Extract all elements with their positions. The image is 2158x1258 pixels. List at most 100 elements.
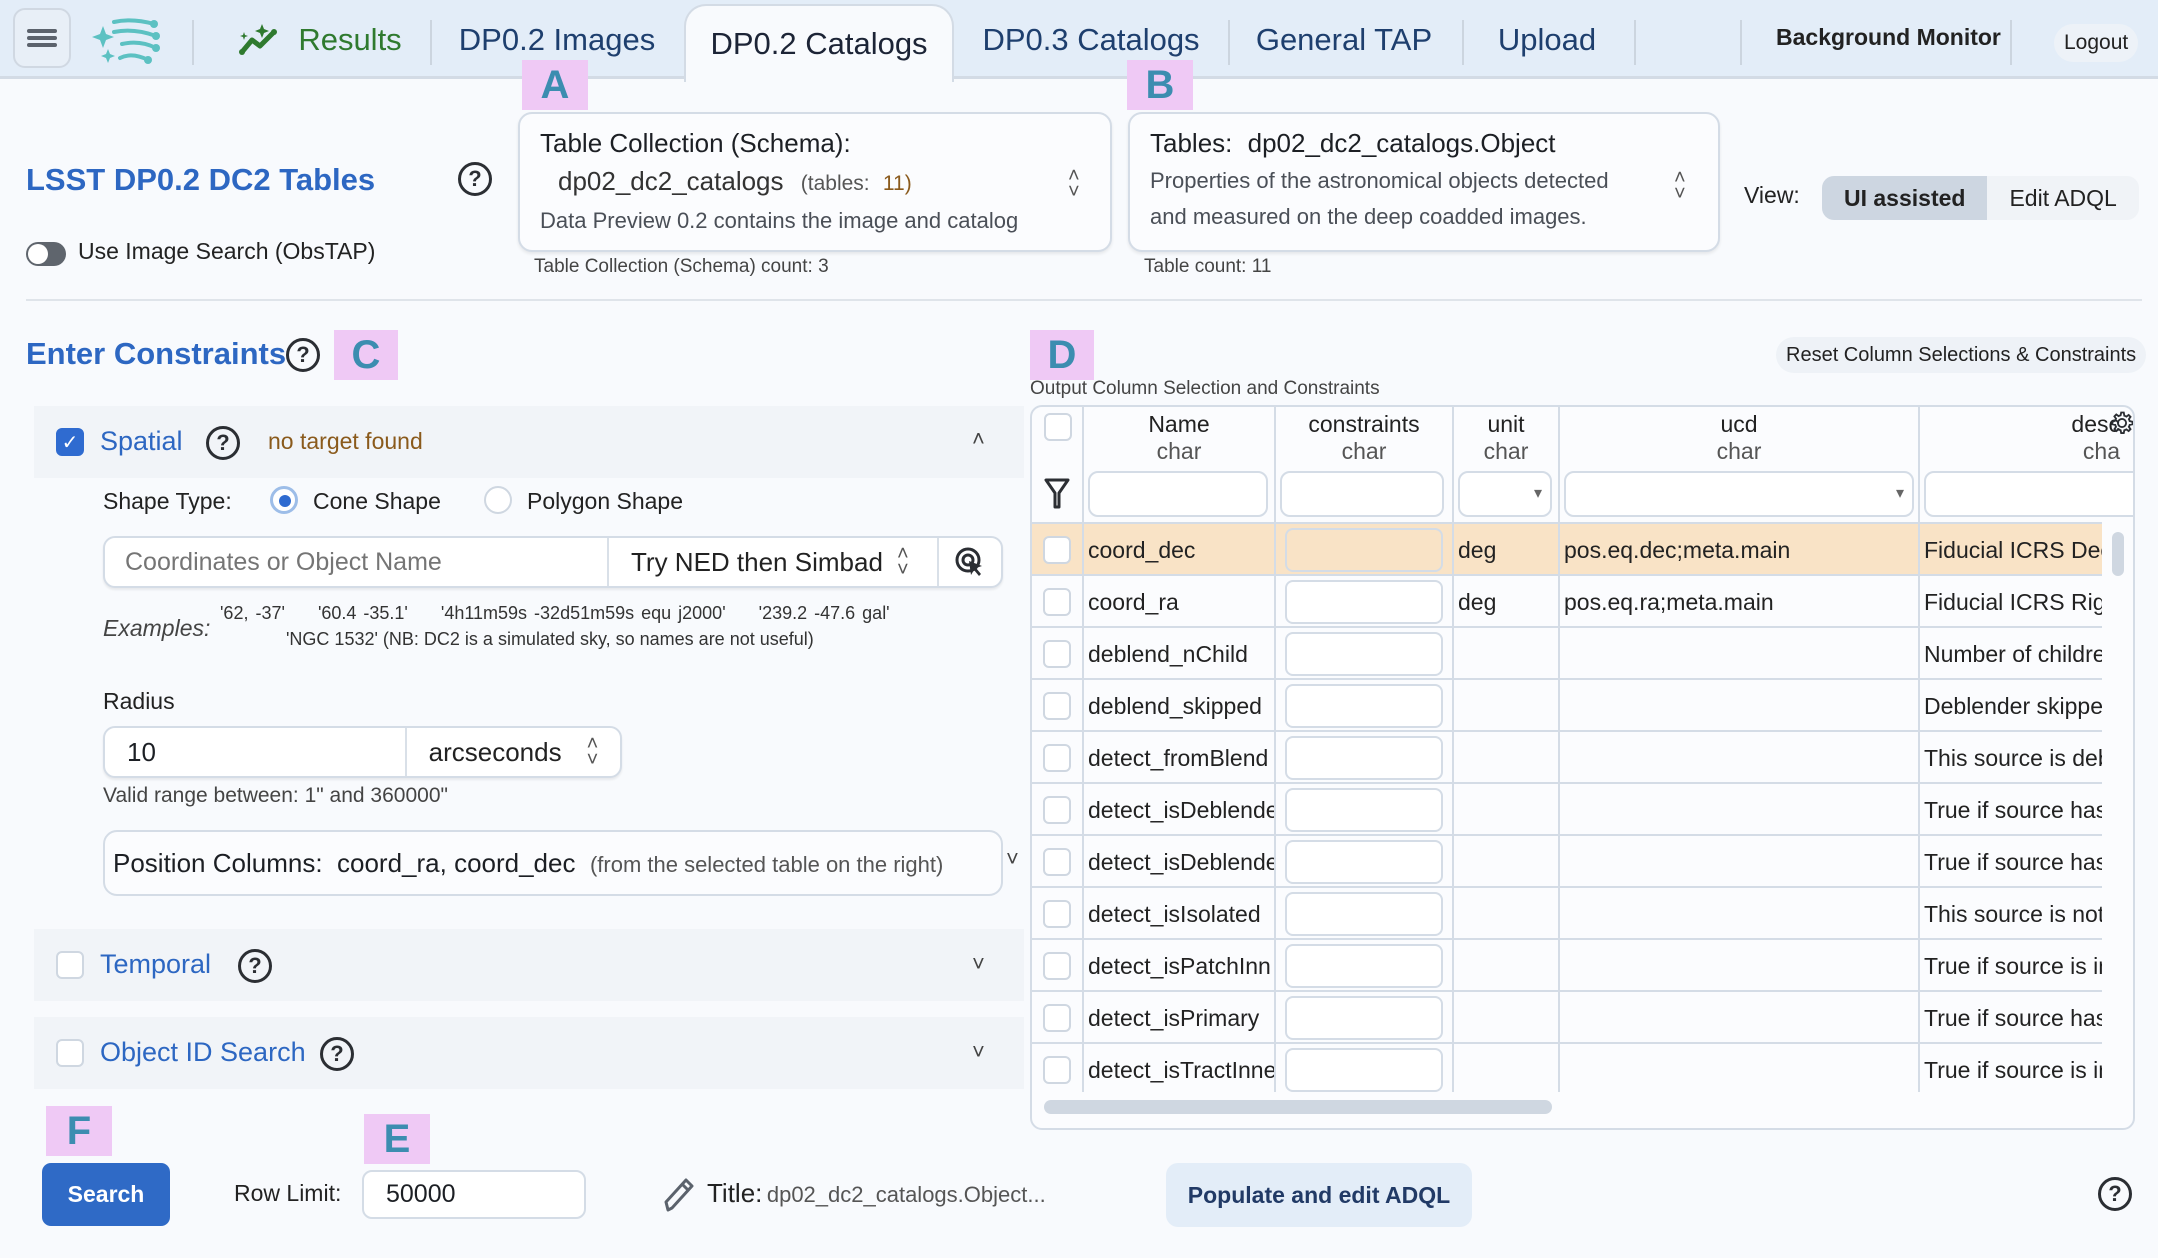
row-checkbox[interactable]	[1043, 848, 1071, 876]
row-checkbox[interactable]	[1043, 744, 1071, 772]
logout-button[interactable]: Logout	[2054, 24, 2139, 62]
chevron-down-icon[interactable]: ˅	[972, 1039, 985, 1065]
polygon-shape-radio[interactable]	[484, 486, 512, 514]
object-id-section-header[interactable]: Object ID Search ? ˅	[34, 1017, 1024, 1089]
row-checkbox[interactable]	[1043, 536, 1071, 564]
row-checkbox[interactable]	[1043, 952, 1071, 980]
constraint-input[interactable]	[1285, 996, 1443, 1040]
example-3[interactable]: '4h11m59s -32d51m59s equ j2000'	[441, 603, 726, 623]
constraint-input[interactable]	[1285, 892, 1443, 936]
row-limit-input[interactable]: 50000	[362, 1170, 586, 1219]
tab-results[interactable]: Results	[222, 0, 418, 79]
table-row[interactable]: detect_isPrimary True if source has	[1032, 992, 2102, 1044]
target-pick-button[interactable]	[939, 538, 1001, 586]
horizontal-scrollbar[interactable]	[1044, 1100, 1552, 1114]
vertical-scrollbar[interactable]	[2112, 532, 2124, 576]
row-checkbox[interactable]	[1043, 588, 1071, 616]
tab-upload[interactable]: Upload	[1472, 0, 1622, 79]
constraint-input[interactable]	[1285, 684, 1443, 728]
image-search-toggle[interactable]	[26, 242, 66, 266]
example-4[interactable]: '239.2 -47.6 gal'	[759, 603, 890, 623]
row-limit-label: Row Limit:	[234, 1180, 342, 1206]
column-name-cell: detect_isPatchInn	[1084, 940, 1276, 992]
cone-shape-radio[interactable]	[270, 486, 298, 514]
constraint-input[interactable]	[1285, 788, 1443, 832]
table-row[interactable]: detect_isTractInne True if source is in	[1032, 1044, 2102, 1092]
ucd-filter-select[interactable]	[1564, 471, 1914, 517]
spatial-checkbox[interactable]: ✓	[56, 428, 84, 456]
hamburger-menu-button[interactable]	[13, 8, 71, 68]
temporal-checkbox[interactable]	[56, 951, 84, 979]
chevron-down-icon[interactable]: ˅	[1006, 846, 1019, 872]
temporal-section-header[interactable]: Temporal ? ˅	[34, 929, 1024, 1001]
schema-select[interactable]: Table Collection (Schema): dp02_dc2_cata…	[518, 112, 1112, 252]
example-1[interactable]: '62, -37'	[220, 603, 285, 623]
background-monitor-link[interactable]: Background Monitor	[1776, 24, 2001, 51]
help-icon[interactable]: ?	[2098, 1177, 2132, 1211]
radius-input[interactable]: 10	[105, 728, 407, 776]
table-row[interactable]: coord_ra deg pos.eq.ra;meta.main Fiducial I…	[1032, 576, 2102, 628]
constraint-input[interactable]	[1285, 632, 1443, 676]
reset-columns-button[interactable]: Reset Column Selections & Constraints	[1776, 337, 2147, 373]
resolver-select[interactable]: Try NED then Simbad ˄ ˅	[609, 538, 939, 586]
search-button[interactable]: Search	[42, 1163, 170, 1226]
help-icon[interactable]: ?	[320, 1037, 354, 1071]
row-checkbox[interactable]	[1043, 1004, 1071, 1032]
row-checkbox[interactable]	[1043, 640, 1071, 668]
row-checkbox[interactable]	[1043, 796, 1071, 824]
column-header-constraints[interactable]: constraints char	[1276, 407, 1454, 522]
position-columns-field[interactable]: Position Columns: coord_ra, coord_dec (f…	[103, 830, 1003, 896]
annotation-marker-b: B	[1127, 60, 1193, 110]
row-checkbox[interactable]	[1043, 900, 1071, 928]
header-type: char	[1716, 438, 1762, 464]
constraint-input[interactable]	[1285, 528, 1443, 572]
table-row[interactable]: detect_isDeblende True if source has	[1032, 784, 2102, 836]
view-edit-adql-button[interactable]: Edit ADQL	[1987, 176, 2138, 220]
column-header-desc[interactable]: desc cha	[1920, 407, 2133, 522]
constraint-input[interactable]	[1285, 1048, 1443, 1092]
tab-dp02-catalogs[interactable]: DP0.2 Catalogs	[684, 4, 954, 82]
spatial-section-header[interactable]: ✓ Spatial ? no target found ˄	[34, 406, 1024, 478]
pencil-icon[interactable]	[662, 1176, 696, 1212]
table-row[interactable]: detect_isIsolated This source is not a	[1032, 888, 2102, 940]
populate-adql-button[interactable]: Populate and edit ADQL	[1166, 1163, 1472, 1227]
object-id-checkbox[interactable]	[56, 1039, 84, 1067]
gear-icon[interactable]	[2108, 409, 2135, 437]
constraint-input[interactable]	[1285, 580, 1443, 624]
chevron-down-icon[interactable]: ˅	[972, 951, 985, 977]
filter-icon[interactable]	[1044, 477, 1070, 509]
example-2[interactable]: '60.4 -35.1'	[318, 603, 408, 623]
column-header-name[interactable]: Name char	[1084, 407, 1276, 522]
select-all-checkbox[interactable]	[1044, 413, 1072, 441]
row-checkbox[interactable]	[1043, 1056, 1071, 1084]
help-icon[interactable]: ?	[286, 338, 320, 372]
constraints-filter-input[interactable]	[1280, 471, 1444, 517]
help-icon[interactable]: ?	[238, 949, 272, 983]
table-row[interactable]: detect_fromBlend This source is debl	[1032, 732, 2102, 784]
table-row[interactable]: deblend_skipped Deblender skipped	[1032, 680, 2102, 732]
constraint-input[interactable]	[1285, 944, 1443, 988]
unit-filter-select[interactable]	[1458, 471, 1552, 517]
example-5[interactable]: 'NGC 1532' (NB: DC2 is a simulated sky, …	[286, 629, 814, 650]
title-value[interactable]: dp02_dc2_catalogs.Object...	[767, 1182, 1046, 1207]
column-header-unit[interactable]: unit char	[1454, 407, 1560, 522]
radius-unit-select[interactable]: arcseconds ˄ ˅	[407, 728, 620, 776]
help-icon[interactable]: ?	[206, 426, 240, 460]
column-header-ucd[interactable]: ucd char	[1560, 407, 1920, 522]
view-ui-assisted-button[interactable]: UI assisted	[1822, 176, 1988, 220]
chevron-up-icon[interactable]: ˄	[972, 426, 985, 452]
table-row[interactable]: coord_dec deg pos.eq.dec;meta.main Fiducial…	[1032, 524, 2102, 576]
table-row[interactable]: deblend_nChild Number of childre	[1032, 628, 2102, 680]
name-filter-input[interactable]	[1088, 471, 1268, 517]
table-row[interactable]: detect_isPatchInn True if source is in	[1032, 940, 2102, 992]
tab-general-tap[interactable]: General TAP	[1238, 0, 1450, 79]
constraint-input[interactable]	[1285, 840, 1443, 884]
row-checkbox[interactable]	[1043, 692, 1071, 720]
table-row[interactable]: detect_isDeblende True if source has	[1032, 836, 2102, 888]
constraint-input[interactable]	[1285, 736, 1443, 780]
column-name-cell: detect_isPrimary	[1084, 992, 1276, 1044]
target-name-input[interactable]	[125, 547, 595, 577]
desc-filter-input[interactable]	[1924, 471, 2133, 517]
table-select[interactable]: Tables: dp02_dc2_catalogs.Object Propert…	[1128, 112, 1720, 252]
help-icon[interactable]: ?	[458, 162, 492, 196]
